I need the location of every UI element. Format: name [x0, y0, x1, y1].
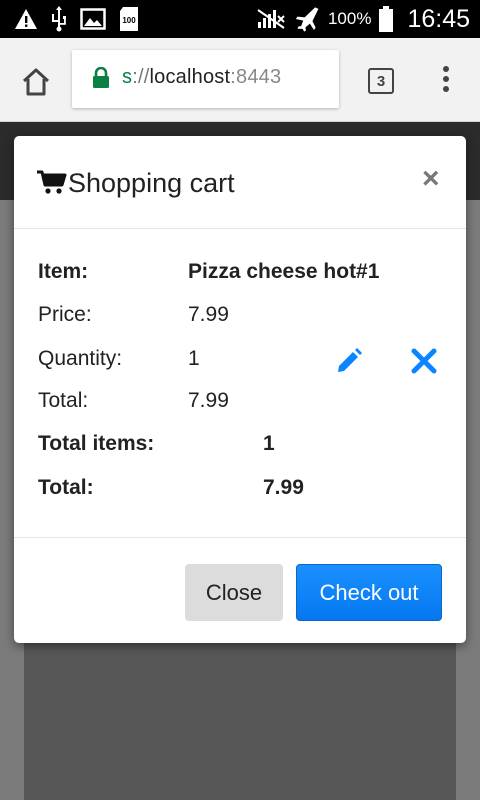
quantity-label: Quantity:	[38, 347, 123, 370]
home-button[interactable]	[20, 66, 52, 98]
warning-icon	[14, 8, 38, 30]
url-port: :8443	[230, 66, 282, 88]
usb-icon	[50, 6, 68, 32]
no-signal-icon	[256, 8, 286, 30]
modal-footer: Close Check out	[14, 537, 466, 643]
airplane-icon	[294, 6, 320, 32]
status-bar: 100 100% 16:45	[0, 0, 480, 38]
svg-text:100: 100	[122, 16, 136, 25]
browser-toolbar: s://localhost:8443 3	[0, 38, 480, 122]
modal-body: Item: Pizza cheese hot#1 Price: 7.99 Qua…	[14, 229, 466, 537]
remove-item-button[interactable]	[411, 348, 437, 374]
storage-100-icon: 100	[118, 6, 140, 32]
quantity-value: 1	[188, 347, 200, 370]
line-total-value: 7.99	[188, 389, 229, 412]
item-name: Pizza cheese hot#1	[188, 260, 380, 283]
home-icon	[22, 68, 50, 96]
url-scheme: s	[122, 66, 133, 88]
modal-header: Shopping cart ×	[14, 136, 466, 229]
url-separator: ://	[132, 66, 150, 88]
price-value: 7.99	[188, 303, 229, 326]
grand-total-value: 7.99	[263, 476, 304, 499]
checkout-button[interactable]: Check out	[296, 564, 442, 621]
image-icon	[80, 8, 106, 30]
total-items-label: Total items:	[38, 432, 155, 455]
shopping-cart-modal: Shopping cart × Item: Pizza cheese hot#1…	[14, 136, 466, 643]
status-icons-right: 100% 16:45	[256, 4, 470, 34]
status-icons-left: 100	[14, 6, 140, 32]
url-host: localhost	[149, 66, 231, 88]
menu-dot	[443, 86, 449, 92]
close-button[interactable]: Close	[185, 564, 283, 621]
delete-x-icon	[411, 348, 437, 374]
price-label: Price:	[38, 303, 92, 326]
overflow-menu-button[interactable]	[436, 66, 456, 96]
edit-item-button[interactable]	[335, 347, 363, 375]
address-bar[interactable]: s://localhost:8443	[72, 50, 339, 108]
grand-total-label: Total:	[38, 476, 94, 499]
shopping-cart-icon	[37, 170, 67, 194]
battery-icon	[379, 6, 394, 32]
tab-switcher-button[interactable]: 3	[368, 68, 394, 94]
url-text: s://localhost:8443	[122, 66, 281, 89]
pencil-icon	[338, 348, 362, 372]
item-label: Item:	[38, 260, 89, 283]
modal-title: Shopping cart	[68, 168, 235, 198]
menu-dot	[443, 66, 449, 72]
close-icon[interactable]: ×	[422, 164, 440, 194]
clock: 16:45	[407, 4, 470, 33]
lock-icon	[93, 67, 109, 88]
menu-dot	[443, 76, 449, 82]
line-total-label: Total:	[38, 389, 89, 412]
total-items-value: 1	[263, 432, 275, 455]
battery-percent: 100%	[327, 9, 372, 28]
